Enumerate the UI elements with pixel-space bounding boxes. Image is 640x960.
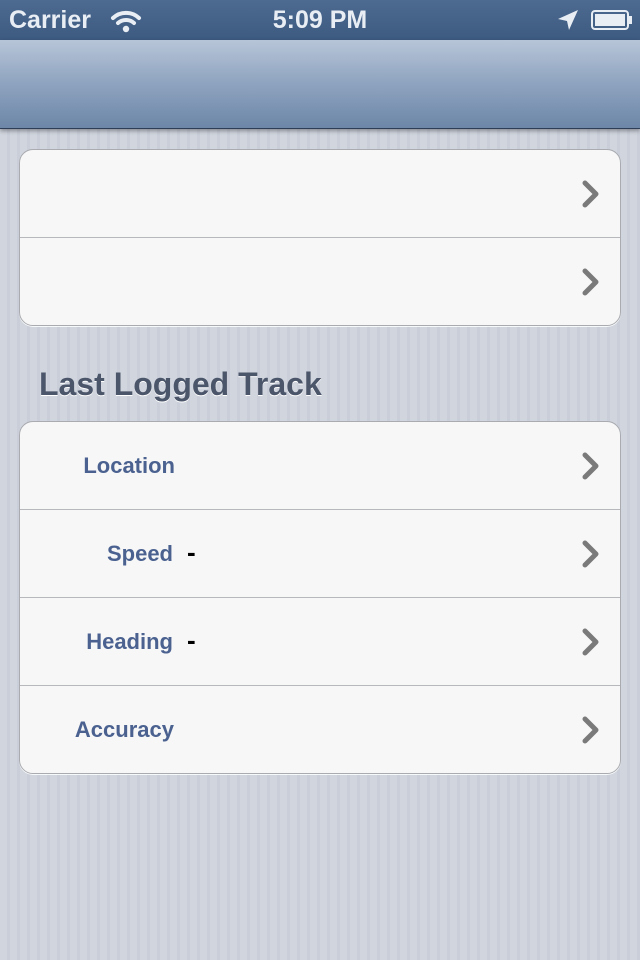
speed-value: -	[187, 537, 196, 567]
accuracy-row[interactable]: Accuracy	[20, 686, 620, 773]
location-label: Location	[83, 453, 175, 478]
chevron-right-icon	[582, 180, 599, 208]
chevron-right-icon	[582, 628, 599, 656]
track-table-group: Location Speed - Heading - Accuracy	[19, 421, 621, 774]
heading-row[interactable]: Heading -	[20, 598, 620, 686]
top-table-group	[19, 149, 621, 326]
chevron-right-icon	[582, 452, 599, 480]
heading-value: -	[187, 625, 196, 655]
location-arrow-icon	[558, 10, 578, 30]
battery-icon	[591, 10, 632, 30]
table-row[interactable]	[20, 150, 620, 238]
section-header-last-logged-track: Last Logged Track	[39, 366, 322, 402]
speed-label: Speed	[106, 541, 173, 566]
chevron-right-icon	[582, 268, 599, 296]
status-time: 5:09 PM	[272, 6, 368, 34]
location-row[interactable]: Location	[20, 422, 620, 510]
row-label	[40, 150, 340, 237]
row-label	[40, 238, 340, 325]
status-bar: Carrier 5:09 PM	[0, 0, 640, 40]
accuracy-label: Accuracy	[74, 717, 174, 742]
chevron-right-icon	[582, 540, 599, 568]
heading-label: Heading	[86, 629, 173, 654]
speed-row[interactable]: Speed -	[20, 510, 620, 598]
navigation-bar	[0, 40, 640, 129]
chevron-right-icon	[582, 716, 599, 744]
table-row[interactable]	[20, 238, 620, 325]
